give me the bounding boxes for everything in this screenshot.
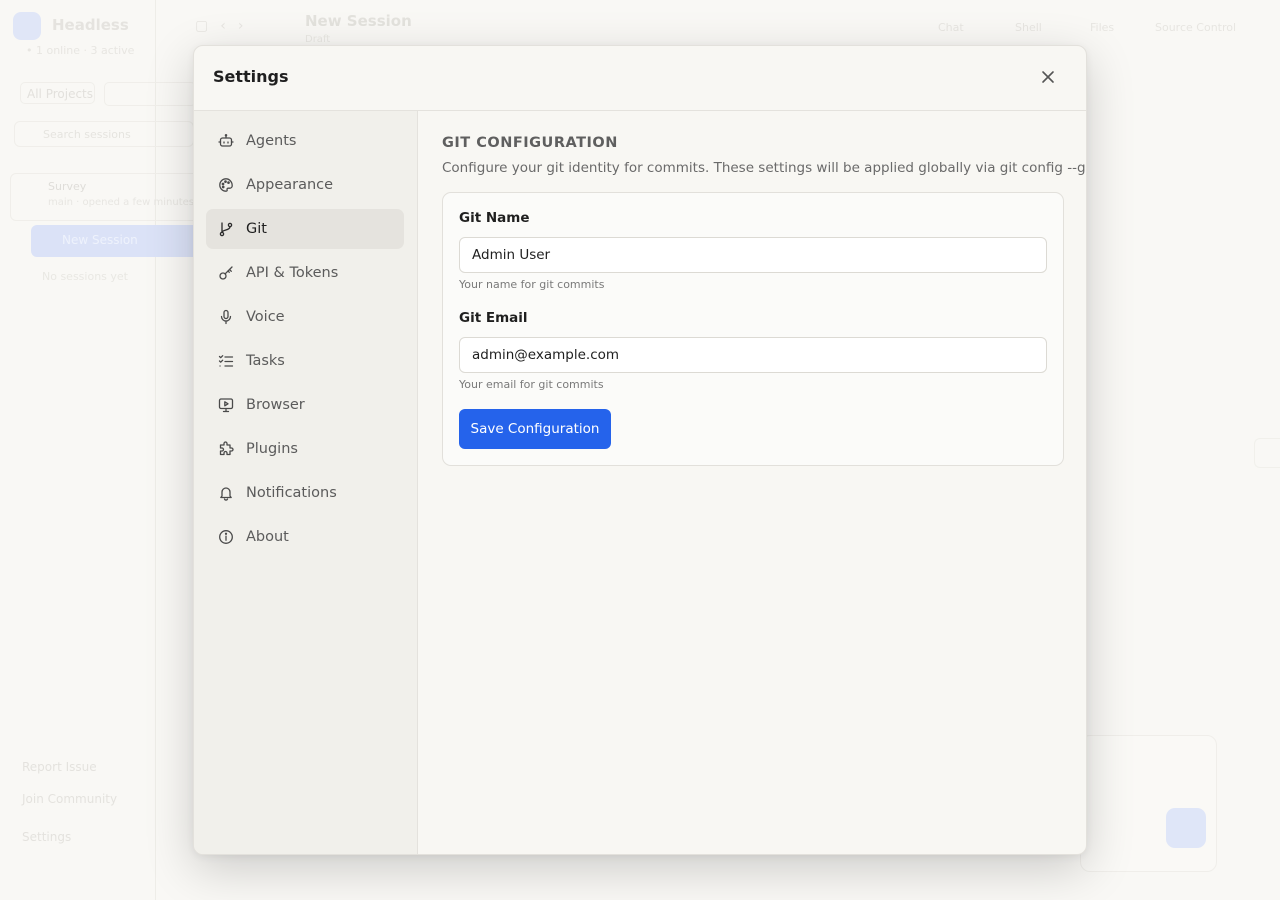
section-description: Configure your git identity for commits.… xyxy=(442,160,1087,176)
nav-label: Notifications xyxy=(246,485,337,501)
nav-item-git[interactable]: Git xyxy=(206,209,404,249)
nav-item-notifications[interactable]: Notifications xyxy=(206,473,404,513)
nav-item-tasks[interactable]: Tasks xyxy=(206,341,404,381)
nav-label: API & Tokens xyxy=(246,265,339,281)
nav-item-appearance[interactable]: Appearance xyxy=(206,165,404,205)
close-icon xyxy=(1041,69,1055,88)
nav-label: Tasks xyxy=(246,353,285,369)
nav-item-api-tokens[interactable]: API & Tokens xyxy=(206,253,404,293)
key-icon xyxy=(218,265,234,281)
git-config-card: Git Name Your name for git commits Git E… xyxy=(442,192,1064,466)
settings-nav: Agents Appearance Git API & Tokens Voice xyxy=(194,111,418,854)
settings-content: GIT CONFIGURATION Configure your git ide… xyxy=(418,111,1086,854)
modal-title: Settings xyxy=(213,67,289,86)
bell-icon xyxy=(218,485,234,501)
section-title: GIT CONFIGURATION xyxy=(442,135,618,151)
nav-label: Appearance xyxy=(246,177,334,193)
modal-header: Settings xyxy=(194,46,1086,111)
robot-icon xyxy=(218,133,234,149)
list-checks-icon xyxy=(218,353,234,369)
palette-icon xyxy=(218,177,234,193)
git-branch-icon xyxy=(218,221,234,237)
save-configuration-button[interactable]: Save Configuration xyxy=(459,409,611,449)
nav-item-plugins[interactable]: Plugins xyxy=(206,429,404,469)
nav-label: Git xyxy=(246,221,267,237)
nav-label: Plugins xyxy=(246,441,298,457)
git-name-input[interactable] xyxy=(459,237,1047,273)
git-email-hint: Your email for git commits xyxy=(459,378,604,391)
nav-label: Agents xyxy=(246,133,297,149)
nav-item-voice[interactable]: Voice xyxy=(206,297,404,337)
git-name-label: Git Name xyxy=(459,210,530,226)
info-icon xyxy=(218,529,234,545)
nav-label: Browser xyxy=(246,397,305,413)
settings-modal: Settings Agents Appearance Git API & Tok… xyxy=(193,45,1087,855)
nav-label: Voice xyxy=(246,309,285,325)
git-email-label: Git Email xyxy=(459,310,528,326)
microphone-icon xyxy=(218,309,234,325)
nav-label: About xyxy=(246,529,289,545)
git-email-input[interactable] xyxy=(459,337,1047,373)
close-button[interactable] xyxy=(1034,64,1062,92)
nav-item-about[interactable]: About xyxy=(206,517,404,557)
nav-item-browser[interactable]: Browser xyxy=(206,385,404,425)
git-name-hint: Your name for git commits xyxy=(459,278,605,291)
puzzle-icon xyxy=(218,441,234,457)
nav-item-agents[interactable]: Agents xyxy=(206,121,404,161)
monitor-play-icon xyxy=(218,397,234,413)
